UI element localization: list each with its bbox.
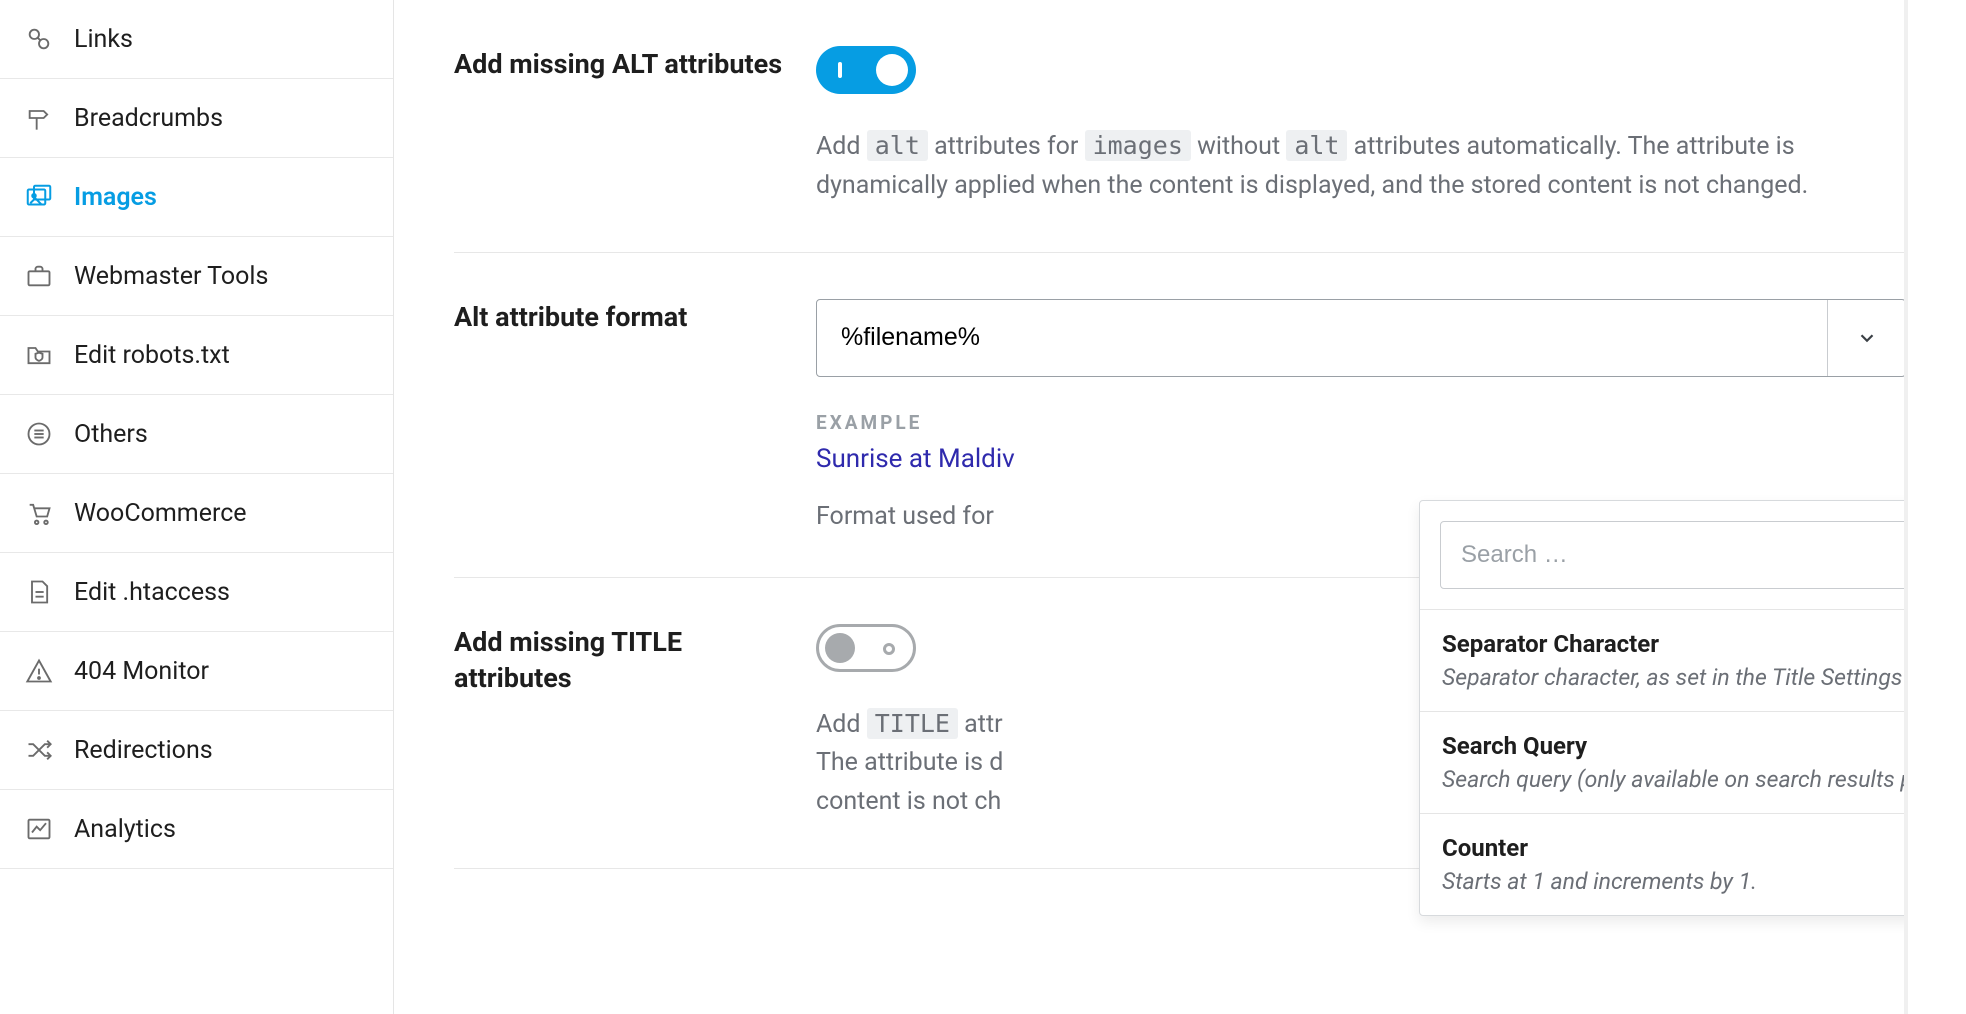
alt-format-dropdown-button[interactable] <box>1827 300 1905 376</box>
signpost-icon <box>24 103 54 133</box>
setting-label: Add missing ALT attributes <box>454 46 816 206</box>
list-icon <box>24 419 54 449</box>
sidebar-item-breadcrumbs[interactable]: Breadcrumbs <box>0 79 393 158</box>
variable-popover: Separator Character Separator character,… <box>1419 500 1966 916</box>
settings-sidebar: Links Breadcrumbs Images Webmaster Tools… <box>0 0 394 1014</box>
sidebar-item-label: WooCommerce <box>74 499 247 528</box>
example-label: EXAMPLE <box>816 411 1906 434</box>
sidebar-item-images[interactable]: Images <box>0 158 393 237</box>
setting-row-alt: Add missing ALT attributes Add alt attri… <box>454 0 1906 253</box>
variable-item-title: Counter <box>1442 834 1966 862</box>
variable-search-input[interactable] <box>1440 521 1966 589</box>
file-icon <box>24 577 54 607</box>
setting-label: Add missing TITLE attributes <box>454 624 816 822</box>
sidebar-item-label: Edit .htaccess <box>74 578 230 607</box>
sidebar-item-label: Others <box>74 420 148 449</box>
setting-label: Alt attribute format <box>454 299 816 531</box>
cart-icon <box>24 498 54 528</box>
sidebar-item-redirections[interactable]: Redirections <box>0 711 393 790</box>
sidebar-item-others[interactable]: Others <box>0 395 393 474</box>
briefcase-icon <box>24 261 54 291</box>
shuffle-icon <box>24 735 54 765</box>
alt-format-input[interactable] <box>817 300 1827 376</box>
sidebar-item-label: Webmaster Tools <box>74 262 268 291</box>
sidebar-item-links[interactable]: Links <box>0 0 393 79</box>
example-value: Sunrise at Maldiv <box>816 444 1906 474</box>
sidebar-item-webmaster-tools[interactable]: Webmaster Tools <box>0 237 393 316</box>
setting-description: Add alt attributes for images without al… <box>816 127 1906 206</box>
sidebar-item-label: Redirections <box>74 736 213 765</box>
variable-item-title: Separator Character <box>1442 630 1966 658</box>
warning-icon <box>24 656 54 686</box>
sidebar-item-label: Images <box>74 183 157 212</box>
sidebar-item-label: Edit robots.txt <box>74 341 230 370</box>
variable-item-title: Search Query <box>1442 732 1966 760</box>
variable-item-search-query[interactable]: Search Query Search query (only availabl… <box>1420 711 1966 813</box>
toggle-alt[interactable] <box>816 46 916 94</box>
sidebar-item-label: Links <box>74 25 133 54</box>
folder-shield-icon <box>24 340 54 370</box>
alt-format-field <box>816 299 1906 377</box>
link-icon <box>24 24 54 54</box>
sidebar-item-label: 404 Monitor <box>74 657 209 686</box>
image-icon <box>24 182 54 212</box>
sidebar-item-woocommerce[interactable]: WooCommerce <box>0 474 393 553</box>
chart-icon <box>24 814 54 844</box>
variable-item-counter[interactable]: Counter Starts at 1 and increments by 1.… <box>1420 813 1966 915</box>
sidebar-item-analytics[interactable]: Analytics <box>0 790 393 869</box>
sidebar-item-label: Analytics <box>74 815 176 844</box>
variable-item-desc: Search query (only available on search r… <box>1442 766 1966 793</box>
variable-item-desc: Starts at 1 and increments by 1. <box>1442 868 1966 895</box>
sidebar-item-edit-htaccess[interactable]: Edit .htaccess <box>0 553 393 632</box>
toggle-title[interactable] <box>816 624 916 672</box>
sidebar-item-edit-robots[interactable]: Edit robots.txt <box>0 316 393 395</box>
settings-panel: Add missing ALT attributes Add alt attri… <box>394 0 1966 1014</box>
vertical-scrollbar[interactable] <box>1904 0 1966 1014</box>
variable-item-separator[interactable]: Separator Character Separator character,… <box>1420 609 1966 711</box>
sidebar-item-label: Breadcrumbs <box>74 104 223 133</box>
variable-item-desc: Separator character, as set in the Title… <box>1442 664 1966 691</box>
sidebar-item-404-monitor[interactable]: 404 Monitor <box>0 632 393 711</box>
chevron-down-icon <box>1856 327 1878 349</box>
